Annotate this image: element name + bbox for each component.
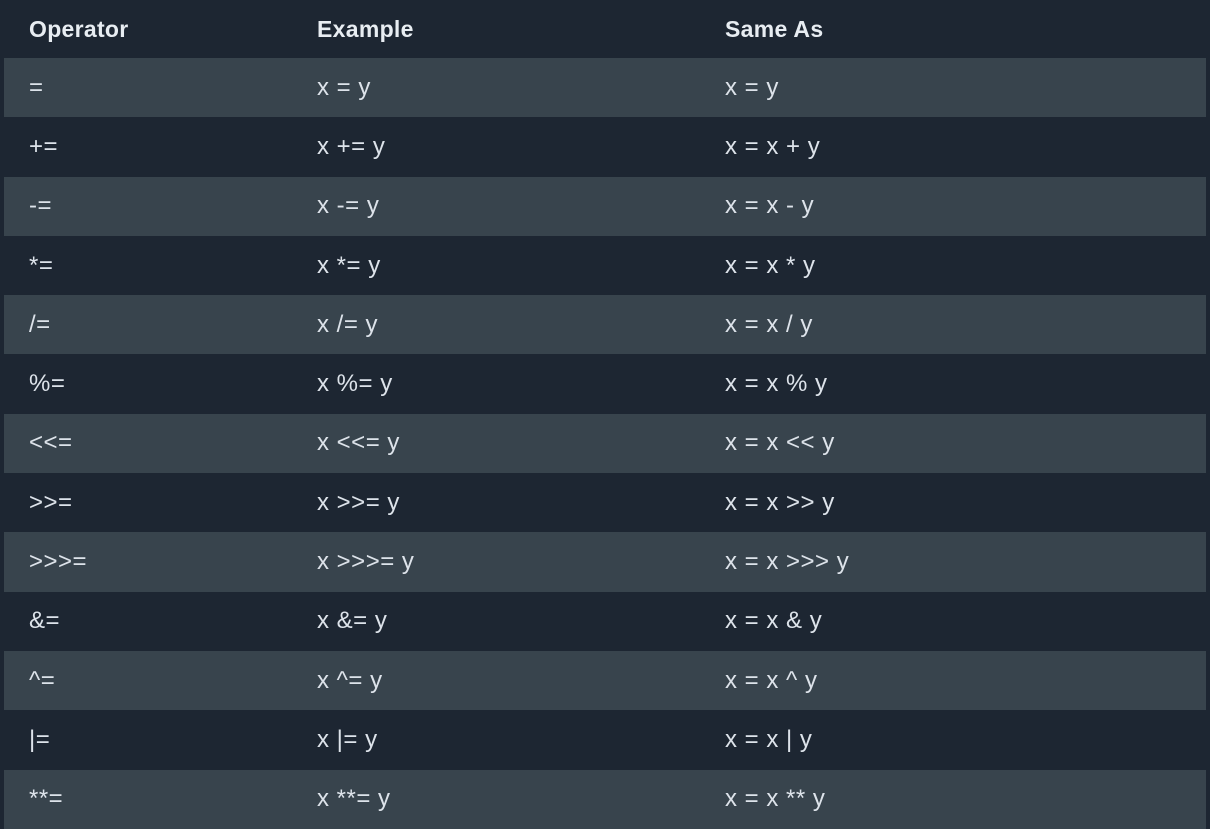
operator-cell: >>= [29,488,73,516]
example-cell: x += y [317,132,386,160]
same-as-cell: x = x << y [725,429,835,457]
example-cell: x >>>= y [317,548,415,576]
same-as-cell: x = x | y [725,725,813,753]
table-row: += x += y x = x + y [4,117,1206,177]
operator-cell: += [29,132,59,160]
example-cell: x **= y [317,785,391,813]
table-row: -= x -= y x = x - y [4,176,1206,236]
same-as-cell: x = x ^ y [725,666,818,694]
table-row: &= x &= y x = x & y [4,591,1206,651]
example-cell: x ^= y [317,666,383,694]
same-as-cell: x = x & y [725,607,823,635]
example-cell: x %= y [317,370,393,398]
operator-cell: ^= [29,666,56,694]
same-as-cell: x = x / y [725,310,813,338]
example-cell: x >>= y [317,488,400,516]
operators-table: Operator Example Same As = x = y x = y +… [4,0,1206,829]
operator-cell: |= [29,725,51,753]
table-header-row: Operator Example Same As [4,0,1206,58]
example-cell: x -= y [317,192,380,220]
operator-cell: <<= [29,429,73,457]
example-cell: x <<= y [317,429,400,457]
operator-cell: &= [29,607,61,635]
table-row: >>= x >>= y x = x >> y [4,473,1206,533]
operator-cell: **= [29,785,64,813]
same-as-cell: x = x * y [725,251,816,279]
table-row: %= x %= y x = x % y [4,354,1206,414]
operator-cell: >>>= [29,548,88,576]
table-row: = x = y x = y [4,58,1206,118]
operator-cell: -= [29,192,53,220]
example-cell: x /= y [317,310,379,338]
example-cell: x &= y [317,607,388,635]
same-as-cell: x = x >>> y [725,548,850,576]
table-row: *= x *= y x = x * y [4,235,1206,296]
table-row: >>>= x >>>= y x = x >>> y [4,532,1206,592]
same-as-cell: x = x >> y [725,488,835,516]
table-row: **= x **= y x = x ** y [4,769,1206,829]
operator-cell: *= [29,251,54,279]
header-same-as: Same As [725,15,824,42]
operator-cell: %= [29,370,66,398]
table-row: |= x |= y x = x | y [4,710,1206,770]
same-as-cell: x = x ** y [725,785,826,813]
example-cell: x |= y [317,725,378,753]
example-cell: x = y [317,73,371,101]
operator-cell: /= [29,310,51,338]
header-operator: Operator [29,15,129,42]
same-as-cell: x = x % y [725,370,828,398]
table-row: <<= x <<= y x = x << y [4,413,1206,474]
example-cell: x *= y [317,251,381,279]
same-as-cell: x = x - y [725,192,815,220]
operator-cell: = [29,73,44,101]
same-as-cell: x = y [725,73,779,101]
same-as-cell: x = x + y [725,132,821,160]
table-row: /= x /= y x = x / y [4,295,1206,355]
table-row: ^= x ^= y x = x ^ y [4,650,1206,711]
header-example: Example [317,15,414,42]
